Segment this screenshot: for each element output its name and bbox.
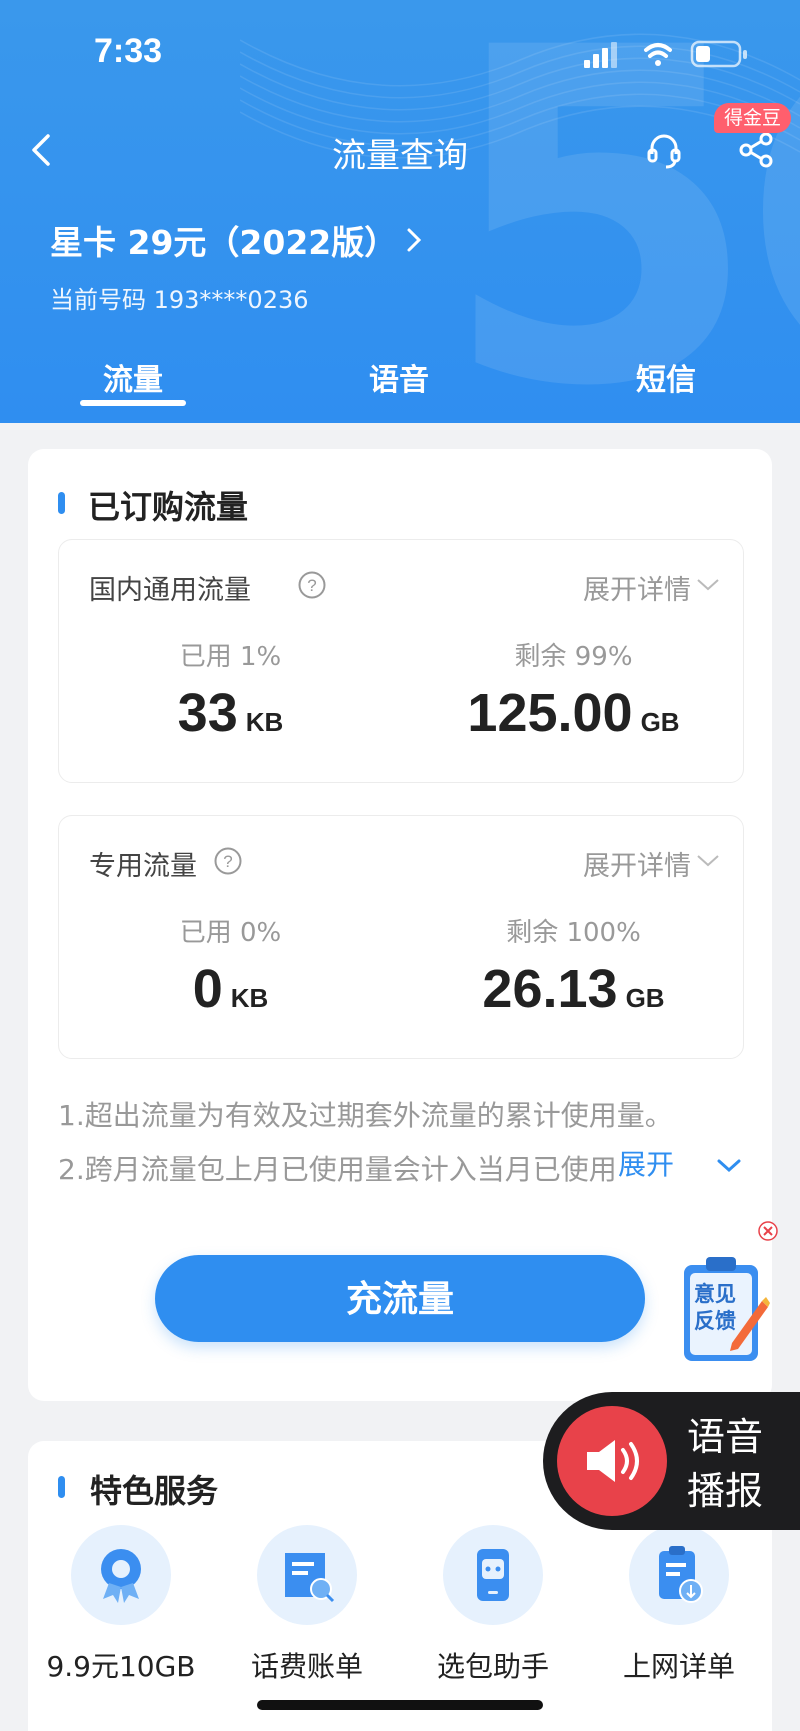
expand-details-link[interactable]: 展开详情 — [583, 844, 691, 883]
service-icon-bg — [257, 1525, 357, 1625]
voice-label-1: 语音 — [687, 1415, 764, 1459]
service-label: 选包助手 — [436, 1650, 549, 1683]
speaker-icon — [587, 1440, 639, 1482]
svg-text:?: ? — [223, 852, 232, 871]
phone-number: 当前号码 193****0236 — [50, 286, 309, 314]
service-item-9-9-10gb[interactable]: 9.9元10GB — [28, 1525, 214, 1685]
help-icon[interactable]: ? — [297, 570, 327, 600]
service-icon-bg — [629, 1525, 729, 1625]
tab-voice[interactable]: 语音 — [369, 355, 429, 399]
chevron-down-icon[interactable] — [695, 852, 721, 870]
feedback-label-1: 意见 — [694, 1282, 736, 1306]
chevron-right-icon[interactable] — [404, 224, 424, 256]
chevron-down-icon[interactable] — [716, 1158, 742, 1174]
used-value: 33 KB — [59, 682, 402, 744]
remain-percent: 剩余 99% — [514, 642, 633, 672]
service-item-bill[interactable]: 话费账单 — [214, 1525, 400, 1685]
section-title: 已订购流量 — [88, 488, 249, 526]
dedicated-quota-box: 专用流量 ? 展开详情 已用 0% 剩余 100% 0 KB 26.13 GB — [58, 815, 744, 1059]
active-tab-indicator — [80, 400, 186, 406]
customer-service-icon[interactable] — [644, 130, 684, 170]
voice-broadcast-button[interactable]: 语音 播报 — [543, 1392, 800, 1530]
service-label: 上网详单 — [622, 1650, 735, 1683]
topup-data-button[interactable]: 充流量 — [155, 1255, 645, 1342]
status-icons — [584, 40, 747, 68]
used-percent: 已用 0% — [179, 918, 282, 948]
quota-label: 国内通用流量 — [89, 575, 251, 606]
section-accent — [58, 492, 65, 514]
expand-details-link[interactable]: 展开详情 — [583, 568, 691, 607]
note-line-1: 1.超出流量为有效及过期套外流量的累计使用量。 — [58, 1099, 673, 1132]
plan-name[interactable]: 星卡 29元（2022版） — [50, 216, 397, 264]
tab-sms[interactable]: 短信 — [636, 355, 696, 399]
remain-number: 26.13 — [482, 959, 618, 1019]
status-time: 7:33 — [94, 32, 163, 70]
chevron-down-icon[interactable] — [695, 576, 721, 594]
tab-data[interactable]: 流量 — [103, 355, 163, 399]
remain-percent: 剩余 100% — [506, 918, 641, 948]
gold-beans-badge[interactable]: 得金豆 — [714, 103, 792, 133]
award-icon — [101, 1549, 141, 1603]
remain-value: 26.13 GB — [402, 958, 745, 1020]
wifi-icon — [644, 43, 672, 66]
remain-unit: GB — [640, 707, 680, 737]
section-title: 特色服务 — [90, 1472, 219, 1510]
feedback-widget[interactable]: 意见 反馈 — [680, 1255, 770, 1367]
used-number: 0 — [192, 959, 223, 1019]
service-label: 9.9元10GB — [46, 1650, 196, 1683]
close-icon[interactable] — [757, 1220, 779, 1242]
used-number: 33 — [177, 683, 238, 743]
remain-number: 125.00 — [467, 683, 633, 743]
home-indicator[interactable] — [257, 1700, 543, 1710]
service-icon-bg — [71, 1525, 171, 1625]
used-value: 0 KB — [59, 958, 402, 1020]
robot-phone-icon — [477, 1549, 509, 1601]
service-icon-bg — [443, 1525, 543, 1625]
voice-label-2: 播报 — [687, 1469, 764, 1513]
used-unit: KB — [245, 707, 284, 737]
clipboard-icon — [659, 1546, 703, 1603]
share-icon[interactable] — [736, 130, 776, 170]
voice-circle — [557, 1406, 667, 1516]
section-accent — [58, 1476, 65, 1498]
notes-expand-link[interactable]: 展开 — [614, 1143, 675, 1183]
battery-icon — [690, 40, 747, 68]
help-icon[interactable]: ? — [213, 846, 243, 876]
remain-unit: GB — [625, 983, 665, 1013]
used-percent: 已用 1% — [179, 642, 282, 672]
quota-label: 专用流量 — [89, 851, 197, 882]
service-item-usage-details[interactable]: 上网详单 — [586, 1525, 772, 1685]
feedback-label-2: 反馈 — [694, 1309, 736, 1333]
bill-icon — [285, 1553, 335, 1603]
signal-icon — [584, 42, 617, 68]
note-line-2: 2.跨月流量包上月已使用量会计入当月已使用 — [58, 1153, 617, 1186]
service-label: 话费账单 — [250, 1650, 363, 1683]
used-unit: KB — [230, 983, 269, 1013]
voice-label: 语音 播报 — [687, 1410, 777, 1518]
service-item-package-assistant[interactable]: 选包助手 — [400, 1525, 586, 1685]
remain-value: 125.00 GB — [402, 682, 745, 744]
svg-text:?: ? — [307, 576, 316, 595]
domestic-quota-box: 国内通用流量 ? 展开详情 已用 1% 剩余 99% 33 KB 125.00 GB — [58, 539, 744, 783]
